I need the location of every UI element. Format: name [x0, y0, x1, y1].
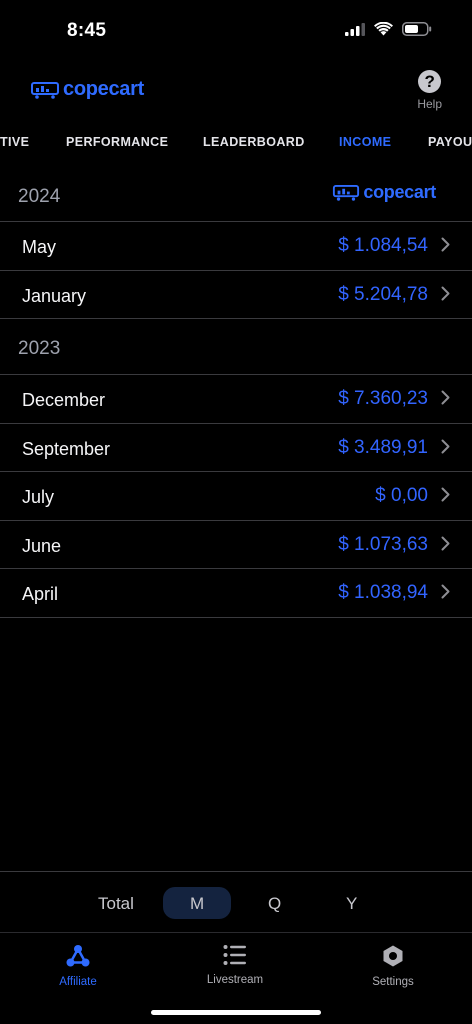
section-logo: copecart [332, 182, 436, 203]
period-total-label: Total [98, 894, 134, 913]
affiliate-icon [66, 945, 90, 967]
nav-label: Settings [372, 976, 414, 988]
income-list: 2024 copecart May $ 1.084,54 January $ 5… [0, 170, 472, 618]
home-indicator [151, 1010, 321, 1015]
list-icon [223, 945, 246, 965]
app-header: copecart ? Help [0, 64, 472, 118]
chevron-right-icon [441, 584, 450, 599]
income-row-january[interactable]: January $ 5.204,78 [0, 271, 472, 319]
tab-performance[interactable]: PERFORMANCE [66, 135, 168, 149]
row-month: July [22, 487, 55, 507]
row-amount: $ 1.084,54 [338, 235, 428, 256]
income-row-july[interactable]: July $ 0,00 [0, 472, 472, 521]
status-time: 8:45 [67, 20, 107, 41]
chevron-right-icon [441, 286, 450, 300]
nav-settings[interactable]: Settings [338, 944, 448, 988]
help-icon: ? [418, 70, 442, 93]
copecart-logo: copecart [30, 78, 144, 101]
chevron-right-icon [441, 536, 450, 550]
nav-affiliate[interactable]: Affiliate [23, 944, 133, 988]
tab-income[interactable]: INCOME [339, 135, 391, 149]
status-bar: 8:45 [0, 0, 472, 64]
tab-leaderboard[interactable]: LEADERBOARD [203, 135, 305, 149]
row-amount: $ 1.038,94 [338, 582, 428, 603]
tab-payout[interactable]: PAYOUT [428, 135, 472, 149]
income-row-june[interactable]: June $ 1.073,63 [0, 521, 472, 569]
chevron-right-icon [441, 237, 450, 252]
row-amount: $ 0,00 [375, 485, 428, 506]
chevron-right-icon [441, 487, 450, 502]
period-option-month[interactable]: M [190, 894, 204, 914]
income-row-may[interactable]: May $ 1.084,54 [0, 222, 472, 271]
chevron-right-icon [441, 390, 450, 405]
wifi-icon [374, 22, 393, 36]
row-month: December [22, 390, 106, 410]
help-label: Help [417, 97, 442, 111]
tab-creative[interactable]: TIVE [0, 135, 29, 149]
cart-logo-icon [31, 81, 59, 99]
period-option-quarter[interactable]: Q [268, 894, 281, 914]
period-selector: Total M Q Y [0, 871, 472, 933]
logo-text: copecart [363, 182, 436, 202]
row-amount: $ 3.489,91 [338, 436, 428, 458]
income-row-april[interactable]: April $ 1.038,94 [0, 569, 472, 618]
hexagon-icon [383, 945, 403, 967]
row-amount: $ 1.073,63 [338, 533, 428, 555]
cart-logo-icon [333, 185, 360, 201]
row-amount: $ 7.360,23 [338, 388, 428, 409]
section-header-2024: 2024 copecart [0, 170, 472, 222]
section-year: 2024 [18, 186, 61, 207]
battery-icon [402, 22, 432, 36]
row-month: June [22, 535, 62, 556]
row-month: January [22, 285, 87, 306]
income-row-september[interactable]: September $ 3.489,91 [0, 424, 472, 472]
tab-bar: TIVE PERFORMANCE LEADERBOARD INCOME PAYO… [0, 118, 472, 166]
help-button[interactable]: ? Help [417, 70, 442, 111]
row-amount: $ 5.204,78 [338, 283, 428, 305]
income-row-december[interactable]: December $ 7.360,23 [0, 375, 472, 424]
row-month: September [22, 438, 111, 459]
nav-livestream[interactable]: Livestream [180, 944, 290, 986]
period-option-year[interactable]: Y [346, 894, 357, 914]
section-header-2023: 2023 [0, 319, 472, 375]
chevron-right-icon [441, 439, 450, 453]
status-icons [345, 22, 432, 36]
signal-icon [345, 22, 365, 36]
logo-text: copecart [63, 78, 144, 100]
section-year: 2023 [18, 338, 61, 359]
nav-label: Livestream [206, 974, 264, 986]
nav-label: Affiliate [59, 976, 97, 988]
row-month: May [22, 237, 57, 257]
row-month: April [22, 584, 59, 604]
